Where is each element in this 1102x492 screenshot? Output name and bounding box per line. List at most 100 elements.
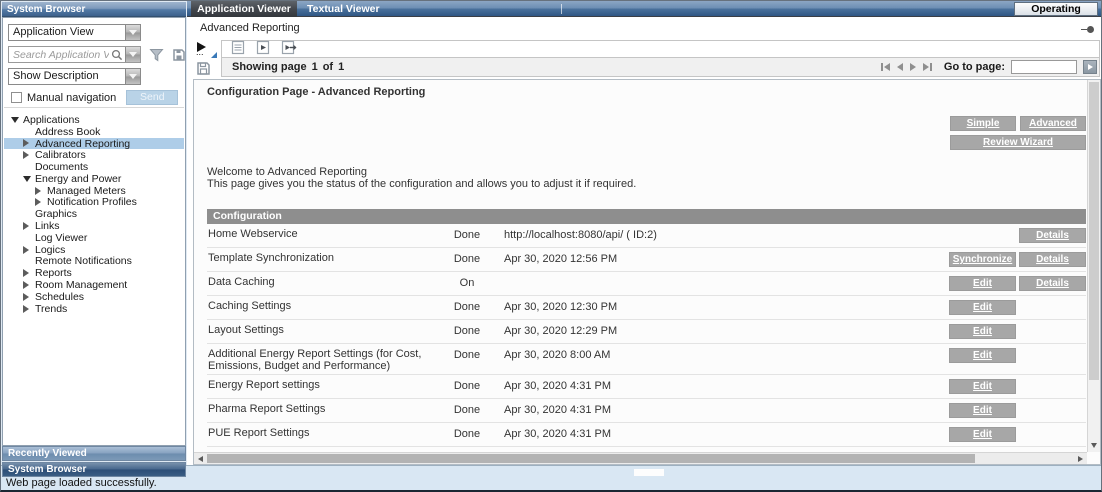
recently-viewed-bar[interactable]: Recently Viewed: [2, 446, 186, 461]
scroll-left-icon[interactable]: [198, 456, 203, 462]
tab-textual-viewer[interactable]: Textual Viewer: [299, 1, 399, 17]
tree-expander-icon[interactable]: [35, 198, 47, 206]
tree-item-graphics[interactable]: Graphics: [4, 208, 184, 220]
tree-item-remote-notifications[interactable]: Remote Notifications: [4, 256, 184, 268]
pin-icon[interactable]: [1081, 26, 1094, 33]
filter-icon[interactable]: [149, 48, 164, 62]
goto-page-input[interactable]: [1011, 60, 1077, 74]
view-selector[interactable]: Application View: [8, 24, 141, 41]
tree-item-label: Applications: [23, 114, 80, 126]
button-slot: Edit: [949, 348, 1016, 363]
tree-item-energy-and-power[interactable]: Energy and Power: [4, 173, 184, 185]
search-input[interactable]: [9, 47, 109, 62]
save-report-icon[interactable]: [196, 61, 211, 79]
system-browser-header: System Browser: [2, 2, 186, 17]
scroll-down-icon[interactable]: [1091, 443, 1097, 448]
tree-item-logics[interactable]: Logics: [4, 244, 184, 256]
tree-item-address-book[interactable]: Address Book: [4, 126, 184, 138]
tree-item-label: Logics: [35, 244, 65, 256]
edit-button[interactable]: Edit: [949, 276, 1016, 291]
tree-expander-icon[interactable]: [23, 246, 35, 254]
page-title: Configuration Page - Advanced Reporting: [207, 86, 425, 98]
empty-button-slot: [1019, 427, 1086, 442]
empty-button-slot: [1019, 300, 1086, 315]
application-window: Web page loaded successfully. System Bro…: [0, 0, 1102, 492]
tree-expander-icon[interactable]: [23, 269, 35, 277]
expand-icon: [23, 281, 29, 289]
advanced-button[interactable]: Advanced: [1020, 116, 1086, 131]
operating-button[interactable]: Operating: [1014, 2, 1098, 16]
manual-navigation-checkbox[interactable]: [11, 92, 22, 103]
tree-item-advanced-reporting[interactable]: Advanced Reporting: [4, 138, 184, 150]
prev-page-button[interactable]: [897, 63, 903, 71]
collapse-icon: [23, 176, 31, 182]
status-message: Web page loaded successfully.: [6, 477, 157, 489]
simple-button[interactable]: Simple: [950, 116, 1016, 131]
details-button[interactable]: Details: [1019, 252, 1086, 267]
config-item-name: PUE Report Settings: [207, 427, 442, 439]
button-slot: Synchronize: [949, 252, 1016, 267]
tree-item-reports[interactable]: Reports: [4, 267, 184, 279]
description-selector[interactable]: Show Description: [8, 68, 141, 85]
edit-button[interactable]: Edit: [949, 427, 1016, 442]
edit-button[interactable]: Edit: [949, 379, 1016, 394]
save-filter-icon[interactable]: [172, 48, 186, 62]
tree-item-room-management[interactable]: Room Management: [4, 279, 184, 291]
vertical-scrollbar-thumb[interactable]: [1089, 82, 1099, 380]
system-browser-bar[interactable]: System Browser: [2, 462, 186, 477]
tree-item-documents[interactable]: Documents: [4, 161, 184, 173]
tree-item-log-viewer[interactable]: Log Viewer: [4, 232, 184, 244]
of-label: of: [323, 61, 333, 73]
scroll-right-icon[interactable]: [1078, 456, 1083, 462]
tree-expander-icon[interactable]: [23, 222, 35, 230]
tree-item-links[interactable]: Links: [4, 220, 184, 232]
synchronize-button[interactable]: Synchronize: [949, 252, 1016, 267]
config-item-name: Caching Settings: [207, 300, 442, 312]
run-report-button[interactable]: ...: [195, 42, 219, 59]
tree-expander-icon[interactable]: [23, 176, 35, 182]
tree-expander-icon[interactable]: [11, 117, 23, 123]
description-selector-dropdown-button[interactable]: [125, 69, 140, 84]
details-button[interactable]: Details: [1019, 228, 1086, 243]
tree-expander-icon[interactable]: [23, 293, 35, 301]
navigation-tree: ApplicationsAddress BookAdvanced Reporti…: [4, 107, 184, 445]
tree-expander-icon[interactable]: [23, 281, 35, 289]
search-dropdown-button[interactable]: [125, 47, 140, 62]
search-icon[interactable]: [109, 47, 125, 62]
expand-icon: [23, 151, 29, 159]
tree-expander-icon[interactable]: [23, 139, 35, 147]
send-button[interactable]: Send: [126, 90, 178, 105]
tree-item-notification-profiles[interactable]: Notification Profiles: [4, 197, 184, 209]
vertical-scrollbar[interactable]: [1087, 80, 1100, 452]
run-report-icon[interactable]: [256, 40, 270, 58]
config-row-buttons: SynchronizeDetails: [948, 252, 1086, 267]
tree-item-calibrators[interactable]: Calibrators: [4, 149, 184, 161]
tree-expander-icon[interactable]: [23, 305, 35, 313]
main-panel: Application Viewer Textual Viewer Operat…: [187, 1, 1102, 465]
tree-item-applications[interactable]: Applications: [4, 114, 184, 126]
review-wizard-button[interactable]: Review Wizard: [950, 135, 1086, 150]
tree-item-trends[interactable]: Trends: [4, 303, 184, 315]
horizontal-scrollbar[interactable]: [194, 452, 1087, 464]
tab-application-viewer[interactable]: Application Viewer: [191, 1, 297, 17]
empty-button-slot: [1019, 379, 1086, 394]
view-selector-dropdown-button[interactable]: [125, 25, 140, 40]
horizontal-scrollbar-thumb[interactable]: [207, 454, 975, 463]
next-page-button[interactable]: [910, 63, 916, 71]
first-page-button[interactable]: [881, 63, 890, 71]
breadcrumb: Advanced Reporting: [200, 17, 300, 39]
go-button[interactable]: [1083, 60, 1097, 74]
edit-button[interactable]: Edit: [949, 300, 1016, 315]
edit-button[interactable]: Edit: [949, 348, 1016, 363]
tree-expander-icon[interactable]: [35, 187, 47, 195]
tree-expander-icon[interactable]: [23, 151, 35, 159]
last-page-button[interactable]: [923, 63, 932, 71]
report-template-icon[interactable]: [231, 40, 245, 58]
edit-button[interactable]: Edit: [949, 403, 1016, 418]
edit-button[interactable]: Edit: [949, 324, 1016, 339]
tree-item-schedules[interactable]: Schedules: [4, 291, 184, 303]
button-slot: Details: [1019, 252, 1086, 267]
export-report-icon[interactable]: [281, 40, 297, 58]
details-button[interactable]: Details: [1019, 276, 1086, 291]
tree-item-managed-meters[interactable]: Managed Meters: [4, 185, 184, 197]
